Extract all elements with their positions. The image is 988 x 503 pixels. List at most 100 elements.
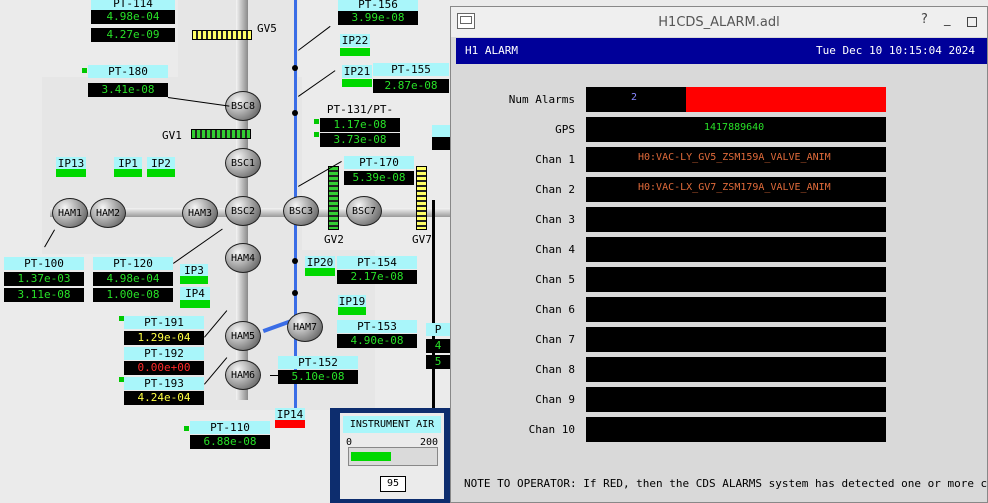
channel-field: H0:VAC-LY_GV5_ZSM159A_VALVE_ANIM <box>586 147 886 172</box>
instrument-air-panel: INSTRUMENT AIR 0 200 95 <box>330 408 450 503</box>
pt153-value: 4.90e-08 <box>337 334 417 348</box>
gps-value: 1417889640 <box>704 122 765 133</box>
pt131-value-1: 1.17e-08 <box>320 118 400 132</box>
pt155-value: 2.87e-08 <box>373 79 449 93</box>
junction-dot <box>292 65 298 71</box>
gv5-label: GV5 <box>257 22 277 35</box>
bsc1-chamber[interactable]: BSC1 <box>225 148 261 178</box>
ip22-status-bar[interactable] <box>340 48 370 56</box>
alarm-window: H1CDS_ALARM.adl ? _ H1 ALARM Tue Dec 10 … <box>450 6 988 503</box>
instrument-air-value: 95 <box>380 476 406 492</box>
gv5-valve-icon[interactable] <box>192 30 252 40</box>
gv2-valve-icon[interactable] <box>328 166 339 230</box>
ham6-chamber[interactable]: HAM6 <box>225 360 261 390</box>
ip4-status-bar[interactable] <box>180 300 210 308</box>
channel-value: H0:VAC-LY_GV5_ZSM159A_VALVE_ANIM <box>638 152 831 163</box>
ham7-chamber[interactable]: HAM7 <box>287 312 323 342</box>
bsc7-chamber[interactable]: BSC7 <box>346 196 382 226</box>
partial-gauge-value <box>432 137 450 150</box>
ip21-label: IP21 <box>342 65 372 78</box>
channel-field <box>586 357 886 382</box>
ip14-status-bar[interactable] <box>275 420 305 428</box>
channel-field <box>586 387 886 412</box>
pt131-indicator <box>314 119 319 124</box>
instrument-air-title: INSTRUMENT AIR <box>343 416 441 433</box>
maximize-icon[interactable] <box>967 17 977 27</box>
pt180-indicator <box>82 68 87 73</box>
ip3-status-bar[interactable] <box>180 276 208 284</box>
pt193-label: PT-193 <box>124 377 204 390</box>
channel-label: Chan 7 <box>535 333 575 346</box>
pt170-label: PT-170 <box>344 156 414 169</box>
pt114-value-1: 4.98e-04 <box>91 10 175 24</box>
gv2-label: GV2 <box>324 233 344 246</box>
ip21-status-bar[interactable] <box>342 79 372 87</box>
gps-label: GPS <box>555 123 575 136</box>
ham3-chamber[interactable]: HAM3 <box>182 198 218 228</box>
ham2-chamber[interactable]: HAM2 <box>90 198 126 228</box>
ip22-label: IP22 <box>340 34 370 47</box>
gv1-valve-icon[interactable] <box>191 129 251 139</box>
partial-gauge-label <box>432 125 450 137</box>
minimize-icon[interactable]: _ <box>944 12 951 27</box>
channel-field <box>586 297 886 322</box>
instrument-air-body: INSTRUMENT AIR 0 200 95 <box>340 413 444 499</box>
pt114-value-2: 4.27e-09 <box>91 28 175 42</box>
channel-label: Chan 3 <box>535 213 575 226</box>
gv7-valve-icon[interactable] <box>416 166 427 230</box>
ham5-chamber[interactable]: HAM5 <box>225 321 261 351</box>
pt192-label: PT-192 <box>124 347 204 360</box>
right-gauge-value-partial-2: 5 <box>426 355 450 369</box>
channel-field <box>586 267 886 292</box>
ip13-status-bar[interactable] <box>56 169 86 177</box>
channel-field: H0:VAC-LX_GV7_ZSM179A_VALVE_ANIM <box>586 177 886 202</box>
channel-label: Chan 2 <box>535 183 575 196</box>
channel-label: Chan 8 <box>535 363 575 376</box>
num-alarms-value: 2 <box>631 92 638 103</box>
channel-value: H0:VAC-LX_GV7_ZSM179A_VALVE_ANIM <box>638 182 831 193</box>
ip2-status-bar[interactable] <box>147 169 175 177</box>
black-pipe-right <box>432 200 435 420</box>
bsc2-chamber[interactable]: BSC2 <box>225 196 261 226</box>
pt131-label: PT-131/PT-132 <box>320 103 400 129</box>
channel-label: Chan 6 <box>535 303 575 316</box>
channel-label: Chan 1 <box>535 153 575 166</box>
ham1-chamber[interactable]: HAM1 <box>52 198 88 228</box>
alarm-header-title: H1 ALARM <box>465 44 518 57</box>
ham4-chamber[interactable]: HAM4 <box>225 243 261 273</box>
bsc3-chamber[interactable]: BSC3 <box>283 196 319 226</box>
pt156-label: PT-156 <box>338 0 418 11</box>
pt120-label: PT-120 <box>93 257 173 270</box>
pt193-value: 4.24e-04 <box>124 391 204 405</box>
help-icon[interactable]: ? <box>921 12 928 27</box>
channel-field <box>586 327 886 352</box>
pt155-label: PT-155 <box>373 63 449 76</box>
pt191-label: PT-191 <box>124 316 204 329</box>
channel-field <box>586 237 886 262</box>
num-alarms-label: Num Alarms <box>508 93 575 106</box>
window-title: H1CDS_ALARM.adl <box>658 15 780 30</box>
ip20-status-bar[interactable] <box>305 268 335 276</box>
ip1-status-bar[interactable] <box>114 169 142 177</box>
pt192-value: 0.00e+00 <box>124 361 204 375</box>
gps-field: 1417889640 <box>586 117 886 142</box>
bsc8-chamber[interactable]: BSC8 <box>225 91 261 121</box>
alarm-header-datetime: Tue Dec 10 10:15:04 2024 <box>816 44 975 57</box>
instrument-air-gauge-fill <box>351 452 391 461</box>
pt180-value: 3.41e-08 <box>88 83 168 97</box>
junction-dot <box>292 258 298 264</box>
connector-line <box>270 375 290 376</box>
right-gauge-value-partial-1: 4 <box>426 339 450 353</box>
pt120-value-2: 1.00e-08 <box>93 288 173 302</box>
channel-label: Chan 5 <box>535 273 575 286</box>
pt152-value: 5.10e-08 <box>278 370 358 384</box>
ip19-status-bar[interactable] <box>338 307 366 315</box>
window-titlebar[interactable]: H1CDS_ALARM.adl ? _ <box>451 7 987 37</box>
junction-dot <box>292 110 298 116</box>
channel-field <box>586 207 886 232</box>
pt100-value-1: 1.37e-03 <box>4 272 84 286</box>
pt191-value: 1.29e-04 <box>124 331 204 345</box>
num-alarms-field: 2 <box>586 87 886 112</box>
pt170-value: 5.39e-08 <box>344 171 414 185</box>
pt180-label: PT-180 <box>88 65 168 78</box>
